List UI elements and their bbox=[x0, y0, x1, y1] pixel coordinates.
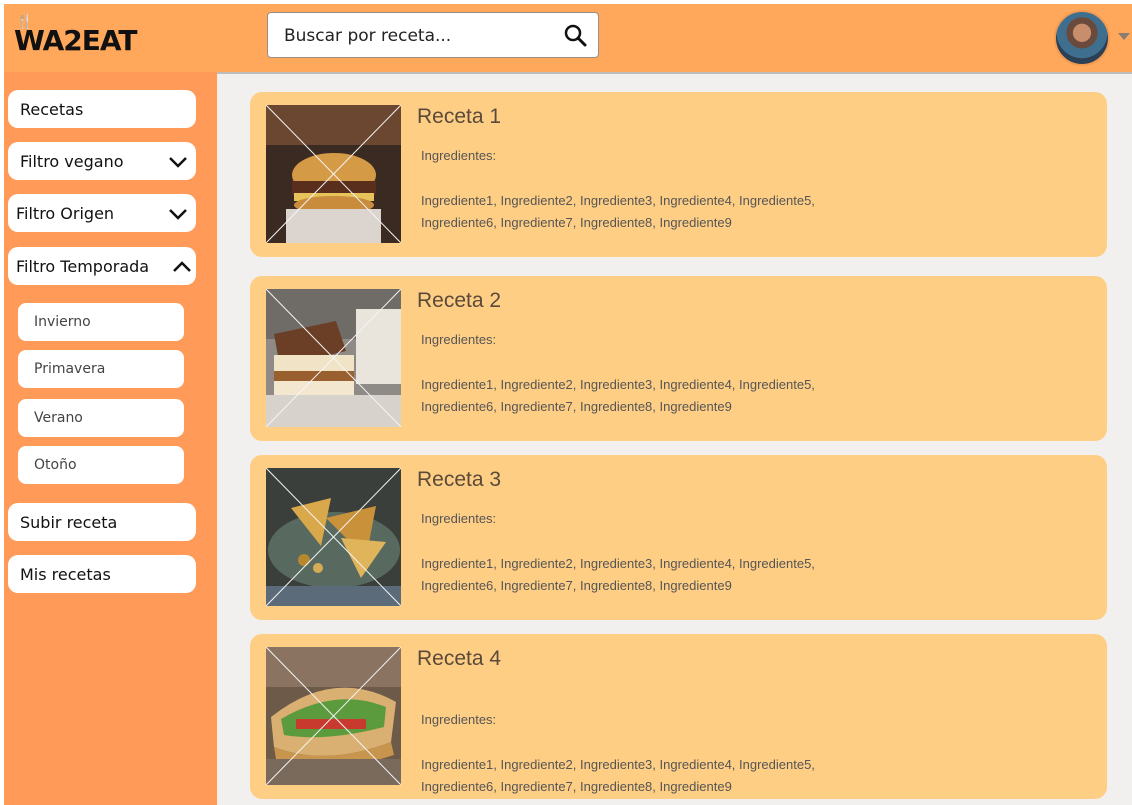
recipe-card[interactable]: Receta 4 Ingredientes: Ingrediente1, Ing… bbox=[250, 634, 1107, 799]
sidebar-subitem-label: Primavera bbox=[34, 361, 106, 377]
ingredients-line: Ingrediente6, Ingrediente7, Ingrediente8… bbox=[421, 578, 732, 593]
ingredients-line: Ingrediente6, Ingrediente7, Ingrediente8… bbox=[421, 779, 732, 794]
recipe-card[interactable]: Receta 3 Ingredientes: Ingrediente1, Ing… bbox=[250, 455, 1107, 620]
recipe-image-pita[interactable] bbox=[266, 647, 401, 785]
recipe-title[interactable]: Receta 2 bbox=[417, 289, 501, 313]
chevron-down-icon bbox=[168, 205, 188, 223]
sidebar-subitem-label: Verano bbox=[34, 410, 83, 426]
sidebar-subitem-verano[interactable]: Verano bbox=[18, 399, 184, 437]
recipe-list: Receta 1 Ingredientes: Ingrediente1, Ing… bbox=[217, 72, 1132, 805]
sidebar-item-label: Mis recetas bbox=[20, 564, 111, 584]
ingredients-label: Ingredientes: bbox=[421, 332, 497, 347]
sidebar-subitem-label: Invierno bbox=[34, 314, 91, 330]
search-input[interactable] bbox=[282, 21, 546, 51]
sidebar-subitem-label: Otoño bbox=[34, 457, 77, 473]
ingredients-list: Ingrediente1, Ingrediente2, Ingrediente3… bbox=[421, 754, 891, 798]
recipe-card[interactable]: Receta 1 Ingredientes: Ingrediente1, Ing… bbox=[250, 92, 1107, 257]
sidebar-item-label: Filtro Origen bbox=[16, 203, 115, 223]
ingredients-line: Ingrediente1, Ingrediente2, Ingrediente3… bbox=[421, 556, 815, 571]
ingredients-list: Ingrediente1, Ingrediente2, Ingrediente3… bbox=[421, 190, 891, 234]
recipe-title[interactable]: Receta 1 bbox=[417, 105, 501, 129]
fork-icon: 🍴 bbox=[16, 14, 33, 30]
search-box bbox=[267, 12, 599, 58]
chevron-up-icon bbox=[172, 258, 192, 276]
sidebar-item-recetas[interactable]: Recetas bbox=[8, 90, 196, 128]
avatar[interactable] bbox=[1054, 10, 1110, 66]
ingredients-line: Ingrediente1, Ingrediente2, Ingrediente3… bbox=[421, 377, 815, 392]
ingredients-list: Ingrediente1, Ingrediente2, Ingrediente3… bbox=[421, 374, 891, 418]
recipe-image-burger[interactable] bbox=[266, 105, 401, 243]
sidebar-subitem-invierno[interactable]: Invierno bbox=[18, 303, 184, 341]
sidebar-item-label: Filtro Temporada bbox=[16, 256, 150, 276]
ingredients-label: Ingredientes: bbox=[421, 511, 497, 526]
sidebar-item-filtro-vegano[interactable]: Filtro vegano bbox=[8, 142, 196, 180]
sidebar-item-filtro-origen[interactable]: Filtro Origen bbox=[8, 194, 196, 232]
sidebar-item-mis-recetas[interactable]: Mis recetas bbox=[8, 555, 196, 593]
ingredients-line: Ingrediente6, Ingrediente7, Ingrediente8… bbox=[421, 215, 732, 230]
recipe-title[interactable]: Receta 3 bbox=[417, 468, 501, 492]
chevron-down-icon bbox=[168, 153, 188, 171]
recipe-card[interactable]: Receta 2 Ingredientes: Ingrediente1, Ing… bbox=[250, 276, 1107, 441]
sidebar: Recetas Filtro vegano Filtro Origen Filt… bbox=[4, 72, 217, 805]
app-logo[interactable]: 🍴 WA2EAT bbox=[14, 14, 138, 57]
ingredients-label: Ingredientes: bbox=[421, 712, 497, 727]
sidebar-item-label: Subir receta bbox=[20, 512, 118, 532]
sidebar-subitem-primavera[interactable]: Primavera bbox=[18, 350, 184, 388]
ingredients-line: Ingrediente1, Ingrediente2, Ingrediente3… bbox=[421, 757, 815, 772]
sidebar-item-label: Filtro vegano bbox=[20, 151, 124, 171]
recipe-image-samosa[interactable] bbox=[266, 468, 401, 606]
sidebar-item-filtro-temporada[interactable]: Filtro Temporada bbox=[8, 247, 196, 285]
sidebar-item-label: Recetas bbox=[20, 99, 84, 119]
top-bar: 🍴 WA2EAT bbox=[4, 4, 1132, 72]
ingredients-list: Ingrediente1, Ingrediente2, Ingrediente3… bbox=[421, 553, 891, 597]
caret-down-icon[interactable] bbox=[1116, 28, 1132, 44]
sidebar-subitem-otono[interactable]: Otoño bbox=[18, 446, 184, 484]
search-icon[interactable] bbox=[562, 22, 588, 48]
ingredients-line: Ingrediente6, Ingrediente7, Ingrediente8… bbox=[421, 399, 732, 414]
ingredients-label: Ingredientes: bbox=[421, 148, 497, 163]
ingredients-line: Ingrediente1, Ingrediente2, Ingrediente3… bbox=[421, 193, 815, 208]
recipe-title[interactable]: Receta 4 bbox=[417, 647, 501, 671]
sidebar-item-subir-receta[interactable]: Subir receta bbox=[8, 503, 196, 541]
recipe-image-tiramisu[interactable] bbox=[266, 289, 401, 427]
